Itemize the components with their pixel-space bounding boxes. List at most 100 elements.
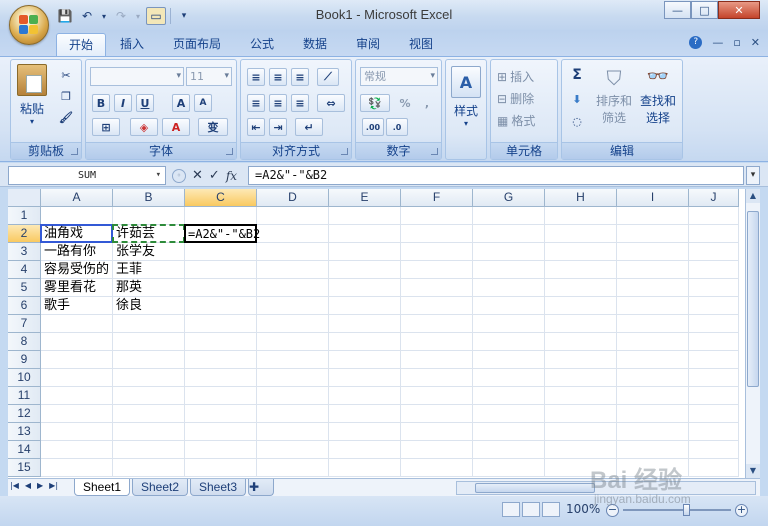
- cell[interactable]: [473, 297, 545, 315]
- font-size-combo[interactable]: 11: [186, 67, 232, 86]
- number-format-combo[interactable]: 常规: [360, 67, 438, 86]
- cell[interactable]: [473, 315, 545, 333]
- minimize-button[interactable]: —: [664, 1, 691, 19]
- next-sheet-icon[interactable]: ▶: [37, 481, 43, 490]
- cell[interactable]: [257, 333, 329, 351]
- scroll-down-icon[interactable]: ▼: [746, 464, 760, 478]
- formula-scroll-icon[interactable]: ◦: [172, 168, 186, 183]
- cell[interactable]: [185, 279, 257, 297]
- cell[interactable]: [41, 315, 113, 333]
- cell[interactable]: [545, 369, 617, 387]
- cell[interactable]: [617, 261, 689, 279]
- row-header-5[interactable]: 5: [8, 279, 41, 297]
- increase-indent-icon[interactable]: ⇥: [269, 118, 287, 136]
- align-center-icon[interactable]: ≡: [269, 94, 287, 112]
- cell[interactable]: [113, 459, 185, 477]
- cell[interactable]: [473, 387, 545, 405]
- prev-sheet-icon[interactable]: ◀: [25, 481, 31, 490]
- tab-formulas[interactable]: 公式: [238, 33, 286, 56]
- cell[interactable]: [617, 351, 689, 369]
- cell[interactable]: [401, 459, 473, 477]
- font-color-icon[interactable]: A: [162, 118, 190, 136]
- cell[interactable]: [41, 333, 113, 351]
- cell[interactable]: [545, 333, 617, 351]
- cell[interactable]: [185, 333, 257, 351]
- cell[interactable]: [41, 387, 113, 405]
- cell[interactable]: [329, 243, 401, 261]
- tab-page-layout[interactable]: 页面布局: [161, 33, 233, 56]
- cell[interactable]: [329, 369, 401, 387]
- merge-center-icon[interactable]: ⇔: [317, 94, 345, 112]
- alignment-dialog-launcher[interactable]: [341, 148, 348, 155]
- row-header-8[interactable]: 8: [8, 333, 41, 351]
- cell[interactable]: [113, 423, 185, 441]
- cell[interactable]: [185, 243, 257, 261]
- italic-icon[interactable]: I: [114, 94, 132, 112]
- number-dialog-launcher[interactable]: [431, 148, 438, 155]
- cell[interactable]: [41, 207, 113, 225]
- font-name-combo[interactable]: [90, 67, 184, 86]
- row-header-3[interactable]: 3: [8, 243, 41, 261]
- tab-home[interactable]: 开始: [56, 33, 107, 56]
- fill-icon[interactable]: ⬇: [568, 90, 586, 108]
- bold-icon[interactable]: B: [92, 94, 110, 112]
- cell[interactable]: [617, 333, 689, 351]
- sheet-tab-1[interactable]: Sheet1: [74, 479, 131, 496]
- cell[interactable]: [545, 297, 617, 315]
- column-header-d[interactable]: D: [257, 189, 329, 207]
- cell[interactable]: [401, 261, 473, 279]
- cell[interactable]: [617, 207, 689, 225]
- maximize-button[interactable]: □: [691, 1, 718, 19]
- help-icon[interactable]: ?: [689, 36, 703, 49]
- ribbon-close-button[interactable]: ✕: [751, 36, 760, 49]
- cell[interactable]: [257, 225, 329, 243]
- cell[interactable]: [329, 459, 401, 477]
- cell[interactable]: [185, 459, 257, 477]
- percent-button[interactable]: %: [396, 94, 414, 112]
- cell[interactable]: [257, 243, 329, 261]
- cell[interactable]: [329, 279, 401, 297]
- cell[interactable]: [401, 297, 473, 315]
- cell[interactable]: [185, 405, 257, 423]
- row-header-1[interactable]: 1: [8, 207, 41, 225]
- cell[interactable]: [113, 315, 185, 333]
- cell[interactable]: [689, 279, 739, 297]
- currency-icon[interactable]: 💱: [360, 94, 390, 112]
- cancel-icon[interactable]: ✕: [192, 168, 203, 183]
- cell[interactable]: [617, 405, 689, 423]
- column-header-j[interactable]: J: [689, 189, 739, 207]
- cell[interactable]: [329, 225, 401, 243]
- align-right-icon[interactable]: ≡: [291, 94, 309, 112]
- cell[interactable]: [617, 315, 689, 333]
- expand-formula-bar-icon[interactable]: ▾: [746, 166, 760, 185]
- cell[interactable]: [617, 225, 689, 243]
- cell[interactable]: [473, 351, 545, 369]
- cell[interactable]: [689, 459, 739, 477]
- cell[interactable]: [257, 405, 329, 423]
- row-header-10[interactable]: 10: [8, 369, 41, 387]
- align-left-icon[interactable]: ≡: [247, 94, 265, 112]
- find-select-button[interactable]: 👓 查找和 选择: [640, 66, 676, 126]
- insert-function-icon[interactable]: fx: [226, 169, 237, 183]
- cell[interactable]: [113, 369, 185, 387]
- cell[interactable]: [41, 351, 113, 369]
- cell[interactable]: [473, 441, 545, 459]
- sheet-tab-2[interactable]: Sheet2: [132, 479, 189, 496]
- align-middle-icon[interactable]: ≡: [269, 68, 287, 86]
- cell[interactable]: [257, 207, 329, 225]
- cell[interactable]: [617, 441, 689, 459]
- cell[interactable]: [257, 459, 329, 477]
- cell[interactable]: [185, 441, 257, 459]
- cell[interactable]: [401, 441, 473, 459]
- cell[interactable]: [401, 405, 473, 423]
- cell[interactable]: [257, 441, 329, 459]
- column-header-g[interactable]: G: [473, 189, 545, 207]
- cell[interactable]: [401, 225, 473, 243]
- row-header-4[interactable]: 4: [8, 261, 41, 279]
- cell[interactable]: [185, 297, 257, 315]
- cell[interactable]: [113, 441, 185, 459]
- sort-filter-button[interactable]: ⛉ 排序和 筛选: [596, 66, 632, 126]
- cell[interactable]: [689, 297, 739, 315]
- cell[interactable]: [329, 261, 401, 279]
- increase-decimal-icon[interactable]: .00: [362, 118, 384, 136]
